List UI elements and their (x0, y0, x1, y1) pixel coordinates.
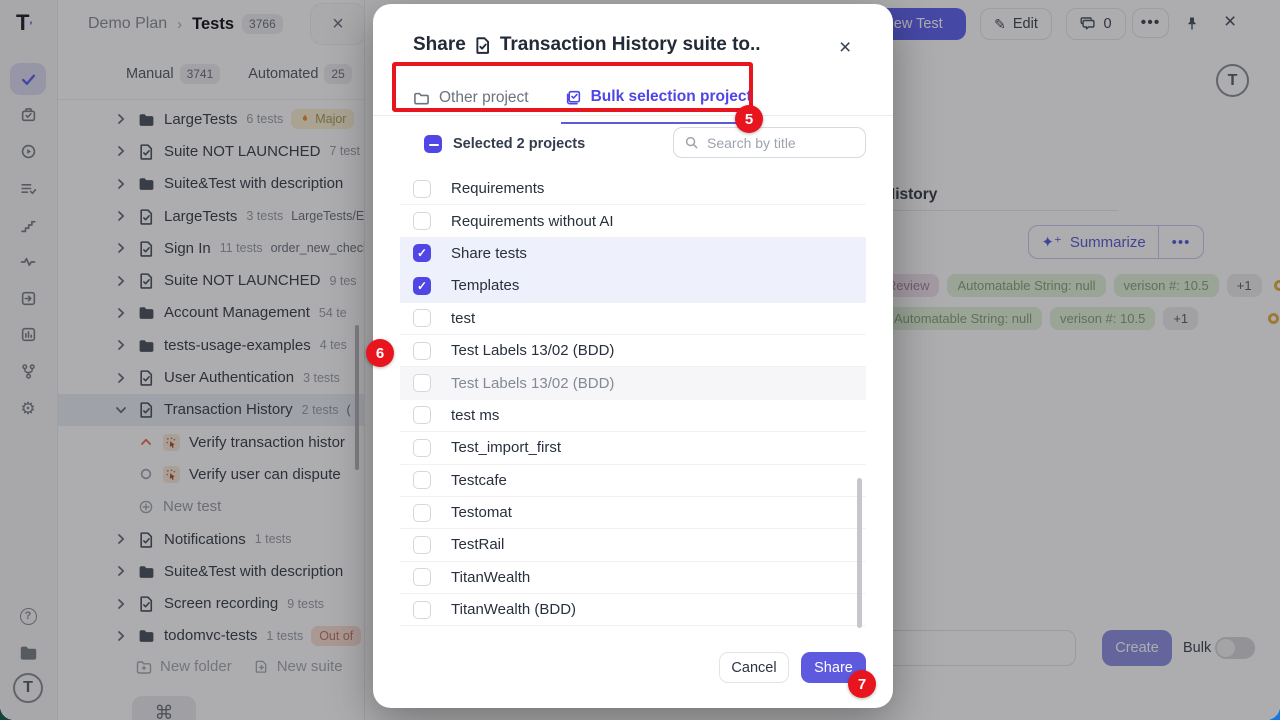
project-row[interactable]: Requirements without AI (400, 205, 866, 237)
project-name: Test Labels 13/02 (BDD) (451, 375, 614, 392)
desktop: T' ⚙ ? (0, 0, 1280, 720)
project-name: Share tests (451, 245, 527, 262)
project-row[interactable]: TitanWealth (BDD) (400, 594, 866, 626)
annotation-highlight-rect (392, 62, 753, 112)
selected-summary-label: Selected 2 projects (453, 136, 585, 152)
annotation-step-6: 6 (366, 339, 394, 367)
modal-scrollbar[interactable] (857, 478, 862, 628)
select-all-row: Selected 2 projects (424, 135, 585, 153)
project-list: Requirements Requirements without AI Share… (400, 173, 866, 626)
project-name: test ms (451, 407, 499, 424)
tabs-divider (373, 115, 893, 116)
project-name: Testcafe (451, 472, 507, 489)
project-row[interactable]: Requirements (400, 173, 866, 205)
project-checkbox[interactable] (413, 439, 431, 457)
project-checkbox[interactable] (413, 212, 431, 230)
project-row[interactable]: test ms (400, 400, 866, 432)
annotation-step-7: 7 (848, 670, 876, 698)
project-checkbox[interactable] (413, 536, 431, 554)
project-search (673, 127, 866, 158)
modal-footer: Cancel Share (373, 652, 893, 683)
project-checkbox[interactable] (413, 374, 431, 392)
project-name: test (451, 310, 475, 327)
modal-close-icon[interactable]: × (839, 36, 851, 60)
project-checkbox[interactable] (413, 180, 431, 198)
project-name: Templates (451, 277, 519, 294)
project-checkbox[interactable] (413, 342, 431, 360)
search-input[interactable] (707, 135, 847, 151)
project-name: Test_import_first (451, 439, 561, 456)
select-all-checkbox[interactable] (424, 135, 442, 153)
project-row[interactable]: Test Labels 13/02 (BDD) (400, 367, 866, 399)
project-name: TestRail (451, 536, 504, 553)
project-name: Testomat (451, 504, 512, 521)
project-row[interactable]: Test_import_first (400, 432, 866, 464)
project-name: Test Labels 13/02 (BDD) (451, 342, 614, 359)
project-row[interactable]: Testcafe (400, 465, 866, 497)
cancel-button[interactable]: Cancel (719, 652, 789, 683)
project-name: Requirements (451, 180, 544, 197)
project-checkbox[interactable] (413, 471, 431, 489)
project-name: Requirements without AI (451, 213, 614, 230)
project-row[interactable]: Share tests (400, 238, 866, 270)
project-row[interactable]: Testomat (400, 497, 866, 529)
project-row[interactable]: test (400, 303, 866, 335)
suite-doc-icon (474, 36, 492, 54)
project-name: TitanWealth (451, 569, 530, 586)
modal-title: Share Transaction History suite to.. (413, 34, 761, 56)
app-window: T' ⚙ ? (0, 0, 1280, 720)
project-checkbox[interactable] (413, 277, 431, 295)
modal-title-main: Transaction History suite to.. (500, 34, 761, 56)
project-row[interactable]: TitanWealth (400, 562, 866, 594)
project-checkbox[interactable] (413, 244, 431, 262)
project-checkbox[interactable] (413, 309, 431, 327)
search-icon (684, 135, 699, 150)
project-row[interactable]: Test Labels 13/02 (BDD) (400, 335, 866, 367)
project-checkbox[interactable] (413, 504, 431, 522)
project-row[interactable]: TestRail (400, 529, 866, 561)
annotation-step-5: 5 (735, 105, 763, 133)
project-checkbox[interactable] (413, 406, 431, 424)
project-checkbox[interactable] (413, 568, 431, 586)
project-checkbox[interactable] (413, 601, 431, 619)
modal-title-prefix: Share (413, 34, 466, 56)
project-row[interactable]: Templates (400, 270, 866, 302)
project-name: TitanWealth (BDD) (451, 601, 576, 618)
